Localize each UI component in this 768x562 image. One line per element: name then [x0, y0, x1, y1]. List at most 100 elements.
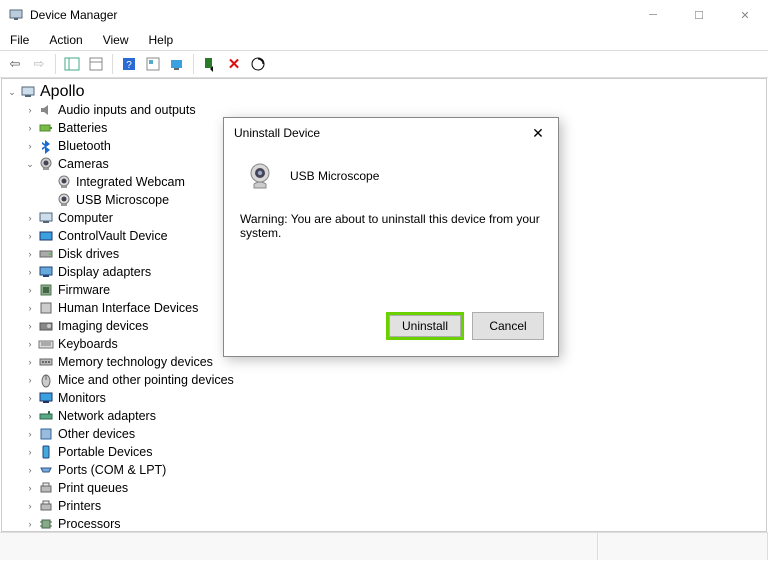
tree-item-label: Human Interface Devices: [58, 299, 198, 317]
tree-item[interactable]: › Processors: [24, 515, 766, 532]
device-icon: [38, 462, 54, 478]
device-icon: [56, 174, 72, 190]
tree-item[interactable]: › Network adapters: [24, 407, 766, 425]
chevron-down-icon[interactable]: ⌄: [24, 155, 36, 173]
window-title: Device Manager: [30, 8, 117, 22]
menu-view[interactable]: View: [99, 31, 133, 49]
tree-item[interactable]: ›Portable Devices: [24, 443, 766, 461]
properties-button[interactable]: [85, 53, 107, 75]
device-icon: [38, 480, 54, 496]
tree-item-label: Other devices: [58, 425, 135, 443]
dialog-close-button[interactable]: ✕: [528, 125, 548, 142]
tree-item-label: Mice and other pointing devices: [58, 371, 234, 389]
chevron-right-icon[interactable]: ›: [24, 317, 36, 335]
chevron-right-icon[interactable]: ›: [24, 335, 36, 353]
chevron-right-icon[interactable]: ›: [24, 299, 36, 317]
tree-item-label: Bluetooth: [58, 137, 111, 155]
chevron-right-icon[interactable]: ›: [24, 101, 36, 119]
device-icon: [38, 516, 54, 532]
device-icon: [56, 192, 72, 208]
menu-help[interactable]: Help: [145, 31, 178, 49]
uninstall-button[interactable]: Uninstall: [389, 315, 461, 337]
device-icon: [38, 300, 54, 316]
tree-item-label: Print queues: [58, 479, 128, 497]
device-icon: [38, 444, 54, 460]
device-icon: [38, 372, 54, 388]
chevron-right-icon[interactable]: ›: [24, 497, 36, 515]
chevron-right-icon[interactable]: ›: [24, 425, 36, 443]
chevron-right-icon[interactable]: ›: [24, 407, 36, 425]
device-icon: [38, 120, 54, 136]
device-icon: [38, 264, 54, 280]
tree-item[interactable]: › Monitors: [24, 389, 766, 407]
chevron-right-icon[interactable]: ›: [24, 119, 36, 137]
device-icon: [38, 246, 54, 262]
chevron-right-icon[interactable]: ›: [24, 245, 36, 263]
chevron-right-icon[interactable]: ›: [24, 515, 36, 532]
chevron-right-icon[interactable]: ›: [24, 371, 36, 389]
cancel-button[interactable]: Cancel: [472, 312, 544, 340]
tree-item[interactable]: › Ports (COM & LPT): [24, 461, 766, 479]
close-button[interactable]: ✕: [722, 0, 768, 30]
status-cell: [598, 533, 768, 560]
chevron-right-icon[interactable]: ›: [24, 227, 36, 245]
menu-bar: File Action View Help: [0, 30, 768, 50]
tree-item-label: Network adapters: [58, 407, 156, 425]
tree-root-label: Apollo: [40, 83, 84, 101]
device-icon: [38, 138, 54, 154]
maximize-button[interactable]: ☐: [676, 0, 722, 30]
app-icon: [8, 7, 24, 23]
device-icon: [38, 228, 54, 244]
svg-text:?: ?: [126, 60, 132, 71]
uninstall-device-button[interactable]: ✕: [223, 53, 245, 75]
chevron-right-icon[interactable]: ›: [24, 443, 36, 461]
action-button[interactable]: [142, 53, 164, 75]
chevron-right-icon[interactable]: ›: [24, 263, 36, 281]
chevron-down-icon[interactable]: ⌄: [6, 87, 18, 98]
tree-item-label: Firmware: [58, 281, 110, 299]
chevron-right-icon[interactable]: ›: [24, 461, 36, 479]
tree-item[interactable]: › Printers: [24, 497, 766, 515]
tree-item-label: ControlVault Device: [58, 227, 168, 245]
chevron-right-icon[interactable]: ›: [24, 389, 36, 407]
tree-item[interactable]: › Other devices: [24, 425, 766, 443]
tree-item-label: Batteries: [58, 119, 107, 137]
show-hide-tree-button[interactable]: [61, 53, 83, 75]
highlight-box: Uninstall: [386, 312, 464, 340]
help-button[interactable]: ?: [118, 53, 140, 75]
dialog-title-bar: Uninstall Device ✕: [224, 118, 558, 148]
dialog-title: Uninstall Device: [234, 126, 320, 140]
tree-item-label: Printers: [58, 497, 101, 515]
menu-action[interactable]: Action: [45, 31, 86, 49]
dialog-warning-text: Warning: You are about to uninstall this…: [238, 210, 544, 242]
tree-root[interactable]: ⌄ Apollo: [6, 83, 766, 101]
webcam-icon: [244, 160, 276, 192]
minimize-button[interactable]: ─: [630, 0, 676, 30]
update-driver-button[interactable]: [166, 53, 188, 75]
enable-device-button[interactable]: [199, 53, 221, 75]
tree-item[interactable]: › Print queues: [24, 479, 766, 497]
uninstall-dialog: Uninstall Device ✕ USB Microscope Warnin…: [223, 117, 559, 357]
chevron-right-icon[interactable]: ›: [24, 137, 36, 155]
dialog-device-name: USB Microscope: [290, 169, 379, 183]
menu-file[interactable]: File: [6, 31, 33, 49]
tree-item-label: Ports (COM & LPT): [58, 461, 166, 479]
chevron-right-icon[interactable]: ›: [24, 209, 36, 227]
tree-item-label: Cameras: [58, 155, 109, 173]
back-button[interactable]: ⇦: [4, 53, 26, 75]
tree-item-label: Disk drives: [58, 245, 119, 263]
status-cell: [0, 533, 598, 560]
scan-hardware-button[interactable]: [247, 53, 269, 75]
tree-item-label: Processors: [58, 515, 121, 532]
tree-item-label: Monitors: [58, 389, 106, 407]
title-bar: Device Manager ─ ☐ ✕: [0, 0, 768, 30]
chevron-right-icon[interactable]: ›: [24, 281, 36, 299]
dialog-device-row: USB Microscope: [238, 154, 544, 210]
device-icon: [38, 282, 54, 298]
chevron-right-icon[interactable]: ›: [24, 479, 36, 497]
device-icon: [38, 156, 54, 172]
tree-item[interactable]: › Mice and other pointing devices: [24, 371, 766, 389]
forward-button[interactable]: ⇨: [28, 53, 50, 75]
chevron-right-icon[interactable]: ›: [24, 353, 36, 371]
tree-item-label: Keyboards: [58, 335, 118, 353]
